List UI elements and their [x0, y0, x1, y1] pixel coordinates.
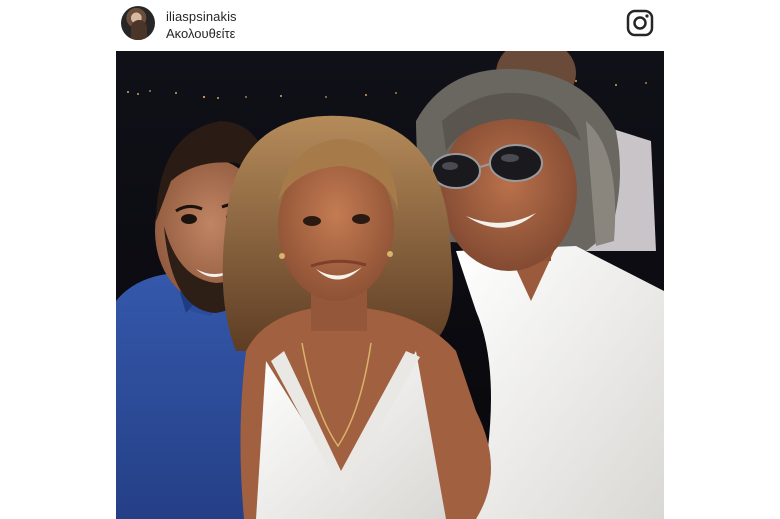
profile-avatar[interactable] [121, 6, 155, 40]
post-photo[interactable] [116, 51, 664, 519]
avatar-silhouette [131, 20, 147, 40]
photo-canvas [116, 51, 664, 519]
username-link[interactable]: iliaspsinakis [166, 9, 237, 24]
follow-button[interactable]: Ακολουθείτε [166, 26, 235, 41]
post-header: iliaspsinakis Ακολουθείτε [118, 4, 663, 44]
instagram-icon[interactable] [626, 9, 654, 37]
